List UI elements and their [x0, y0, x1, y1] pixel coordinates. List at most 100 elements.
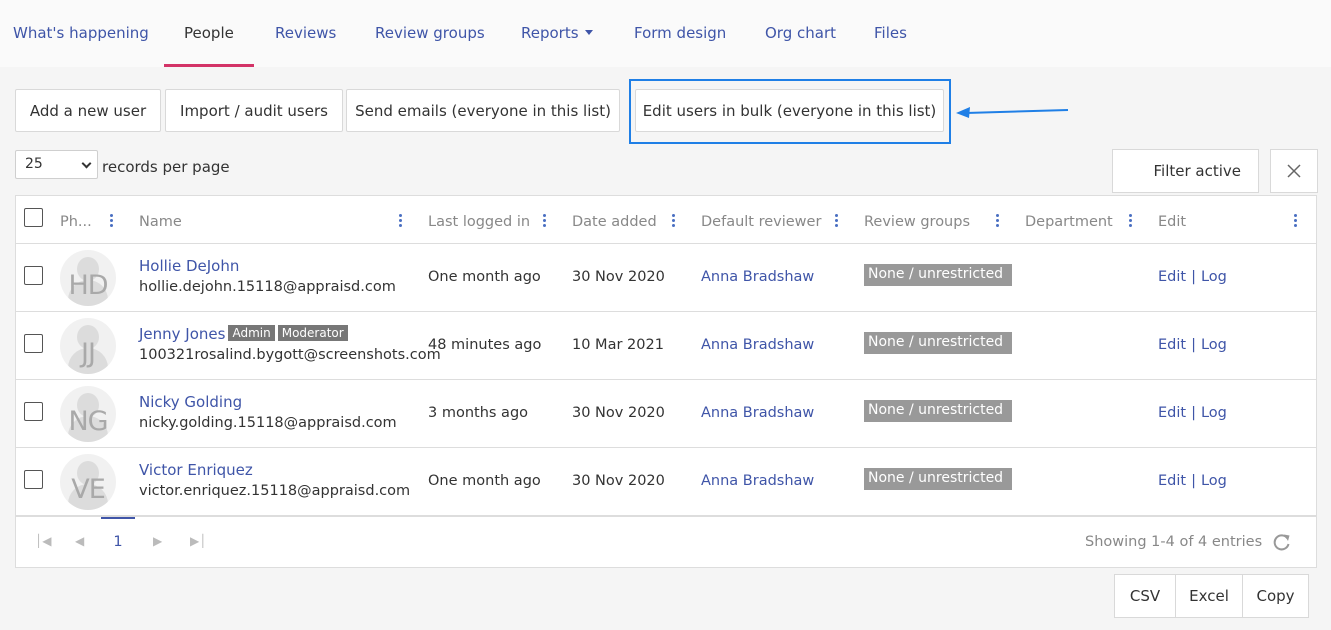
- row-actions: Edit | Log: [1158, 405, 1227, 421]
- edit-link[interactable]: Edit: [1158, 405, 1186, 421]
- row-checkbox[interactable]: [24, 266, 43, 285]
- separator: |: [1191, 269, 1196, 285]
- admin-badge: Admin: [228, 325, 275, 341]
- caret-down-icon: [584, 30, 593, 35]
- column-menu-icon[interactable]: [543, 214, 547, 230]
- highlight-box: [629, 79, 951, 144]
- nav-whats-happening[interactable]: What's happening: [13, 0, 149, 67]
- row-checkbox[interactable]: [24, 470, 43, 489]
- nav-review-groups[interactable]: Review groups: [375, 0, 485, 67]
- default-reviewer-link[interactable]: Anna Bradshaw: [701, 405, 814, 421]
- default-reviewer-link[interactable]: Anna Bradshaw: [701, 337, 814, 353]
- export-excel-button[interactable]: Excel: [1175, 574, 1243, 618]
- header-department[interactable]: Department: [1025, 196, 1113, 244]
- nav-files[interactable]: Files: [874, 0, 907, 67]
- row-actions: Edit | Log: [1158, 473, 1227, 489]
- user-name-link[interactable]: Nicky Golding: [139, 393, 242, 411]
- table-row: VE Victor Enriquez victor.enriquez.15118…: [16, 448, 1316, 516]
- log-link[interactable]: Log: [1201, 473, 1227, 489]
- date-added: 10 Mar 2021: [572, 337, 664, 353]
- user-name-link[interactable]: Victor Enriquez: [139, 461, 253, 479]
- header-edit[interactable]: Edit: [1158, 196, 1186, 244]
- date-added: 30 Nov 2020: [572, 473, 665, 489]
- row-actions: Edit | Log: [1158, 269, 1227, 285]
- header-review-groups[interactable]: Review groups: [864, 196, 970, 244]
- column-menu-icon[interactable]: [1129, 214, 1133, 230]
- date-added: 30 Nov 2020: [572, 269, 665, 285]
- last-logged-in: 3 months ago: [428, 405, 529, 421]
- edit-link[interactable]: Edit: [1158, 269, 1186, 285]
- row-actions: Edit | Log: [1158, 337, 1227, 353]
- first-page-icon[interactable]: │◀: [35, 534, 51, 548]
- row-checkbox[interactable]: [24, 402, 43, 421]
- column-menu-icon[interactable]: [399, 214, 403, 230]
- edit-link[interactable]: Edit: [1158, 337, 1186, 353]
- review-group-tag: None / unrestricted: [864, 400, 1012, 422]
- arrow-left-icon: [956, 107, 1069, 118]
- user-name-link[interactable]: Hollie DeJohn: [139, 257, 239, 275]
- avatar: HD: [60, 250, 116, 306]
- users-table: Ph... Name Last logged in Date added Def…: [15, 195, 1317, 568]
- prev-page-icon[interactable]: ◀: [75, 534, 84, 548]
- column-menu-icon[interactable]: [996, 214, 1000, 230]
- avatar-initials: HD: [68, 270, 108, 301]
- column-menu-icon[interactable]: [1294, 214, 1298, 230]
- records-per-page-value: 25: [25, 156, 43, 172]
- column-menu-icon[interactable]: [110, 214, 114, 230]
- user-name[interactable]: Jenny Jones: [139, 325, 225, 343]
- row-checkbox[interactable]: [24, 334, 43, 353]
- nav-form-design[interactable]: Form design: [634, 0, 726, 67]
- clear-filter-button[interactable]: [1270, 149, 1318, 193]
- nav-people[interactable]: People: [164, 0, 254, 67]
- user-email: 100321rosalind.bygott@screenshots.com: [139, 347, 441, 363]
- showing-entries: Showing 1-4 of 4 entries: [1085, 534, 1263, 550]
- column-menu-icon[interactable]: [835, 214, 839, 230]
- log-link[interactable]: Log: [1201, 269, 1227, 285]
- page-number-current[interactable]: 1: [101, 517, 135, 566]
- avatar-initials: VE: [71, 474, 106, 505]
- header-name[interactable]: Name: [139, 196, 182, 244]
- last-logged-in: 48 minutes ago: [428, 337, 542, 353]
- log-link[interactable]: Log: [1201, 405, 1227, 421]
- last-page-icon[interactable]: ▶│: [190, 534, 206, 548]
- export-csv-button[interactable]: CSV: [1114, 574, 1176, 618]
- last-logged-in: One month ago: [428, 473, 541, 489]
- header-last-logged-in[interactable]: Last logged in: [428, 196, 530, 244]
- table-footer: │◀ ◀ 1 ▶ ▶│ Showing 1-4 of 4 entries: [16, 516, 1316, 567]
- nav-reports-label: Reports: [521, 24, 579, 42]
- top-nav: What's happening People Reviews Review g…: [0, 0, 1331, 67]
- import-users-button[interactable]: Import / audit users: [165, 89, 343, 132]
- log-link[interactable]: Log: [1201, 337, 1227, 353]
- nav-reports[interactable]: Reports: [521, 0, 593, 67]
- table-row: HD Hollie DeJohn hollie.dejohn.15118@app…: [16, 244, 1316, 312]
- avatar: VE: [60, 454, 116, 510]
- filter-active-button[interactable]: Filter active: [1112, 149, 1259, 193]
- default-reviewer-link[interactable]: Anna Bradshaw: [701, 473, 814, 489]
- send-emails-button[interactable]: Send emails (everyone in this list): [346, 89, 620, 132]
- header-date-added[interactable]: Date added: [572, 196, 657, 244]
- header-photo[interactable]: Ph...: [60, 196, 92, 244]
- records-per-page-label: records per page: [102, 158, 230, 176]
- user-name-link[interactable]: Jenny Jones Admin Moderator: [139, 325, 348, 343]
- last-logged-in: One month ago: [428, 269, 541, 285]
- next-page-icon[interactable]: ▶: [153, 534, 162, 548]
- user-email: nicky.golding.15118@appraisd.com: [139, 415, 397, 431]
- user-email: hollie.dejohn.15118@appraisd.com: [139, 279, 396, 295]
- table-row: JJ Jenny Jones Admin Moderator 100321rosal…: [16, 312, 1316, 380]
- separator: |: [1191, 473, 1196, 489]
- review-group-tag: None / unrestricted: [864, 264, 1012, 286]
- refresh-icon[interactable]: [1273, 533, 1291, 551]
- nav-reviews[interactable]: Reviews: [275, 0, 336, 67]
- add-user-button[interactable]: Add a new user: [15, 89, 161, 132]
- column-menu-icon[interactable]: [672, 214, 676, 230]
- user-email: victor.enriquez.15118@appraisd.com: [139, 483, 411, 499]
- nav-org-chart[interactable]: Org chart: [765, 0, 836, 67]
- review-group-tag: None / unrestricted: [864, 332, 1012, 354]
- default-reviewer-link[interactable]: Anna Bradshaw: [701, 269, 814, 285]
- table-row: NG Nicky Golding nicky.golding.15118@app…: [16, 380, 1316, 448]
- records-per-page-select[interactable]: 25: [15, 150, 98, 179]
- header-default-reviewer[interactable]: Default reviewer: [701, 196, 821, 244]
- select-all-checkbox[interactable]: [24, 208, 43, 227]
- copy-button[interactable]: Copy: [1242, 574, 1309, 618]
- edit-link[interactable]: Edit: [1158, 473, 1186, 489]
